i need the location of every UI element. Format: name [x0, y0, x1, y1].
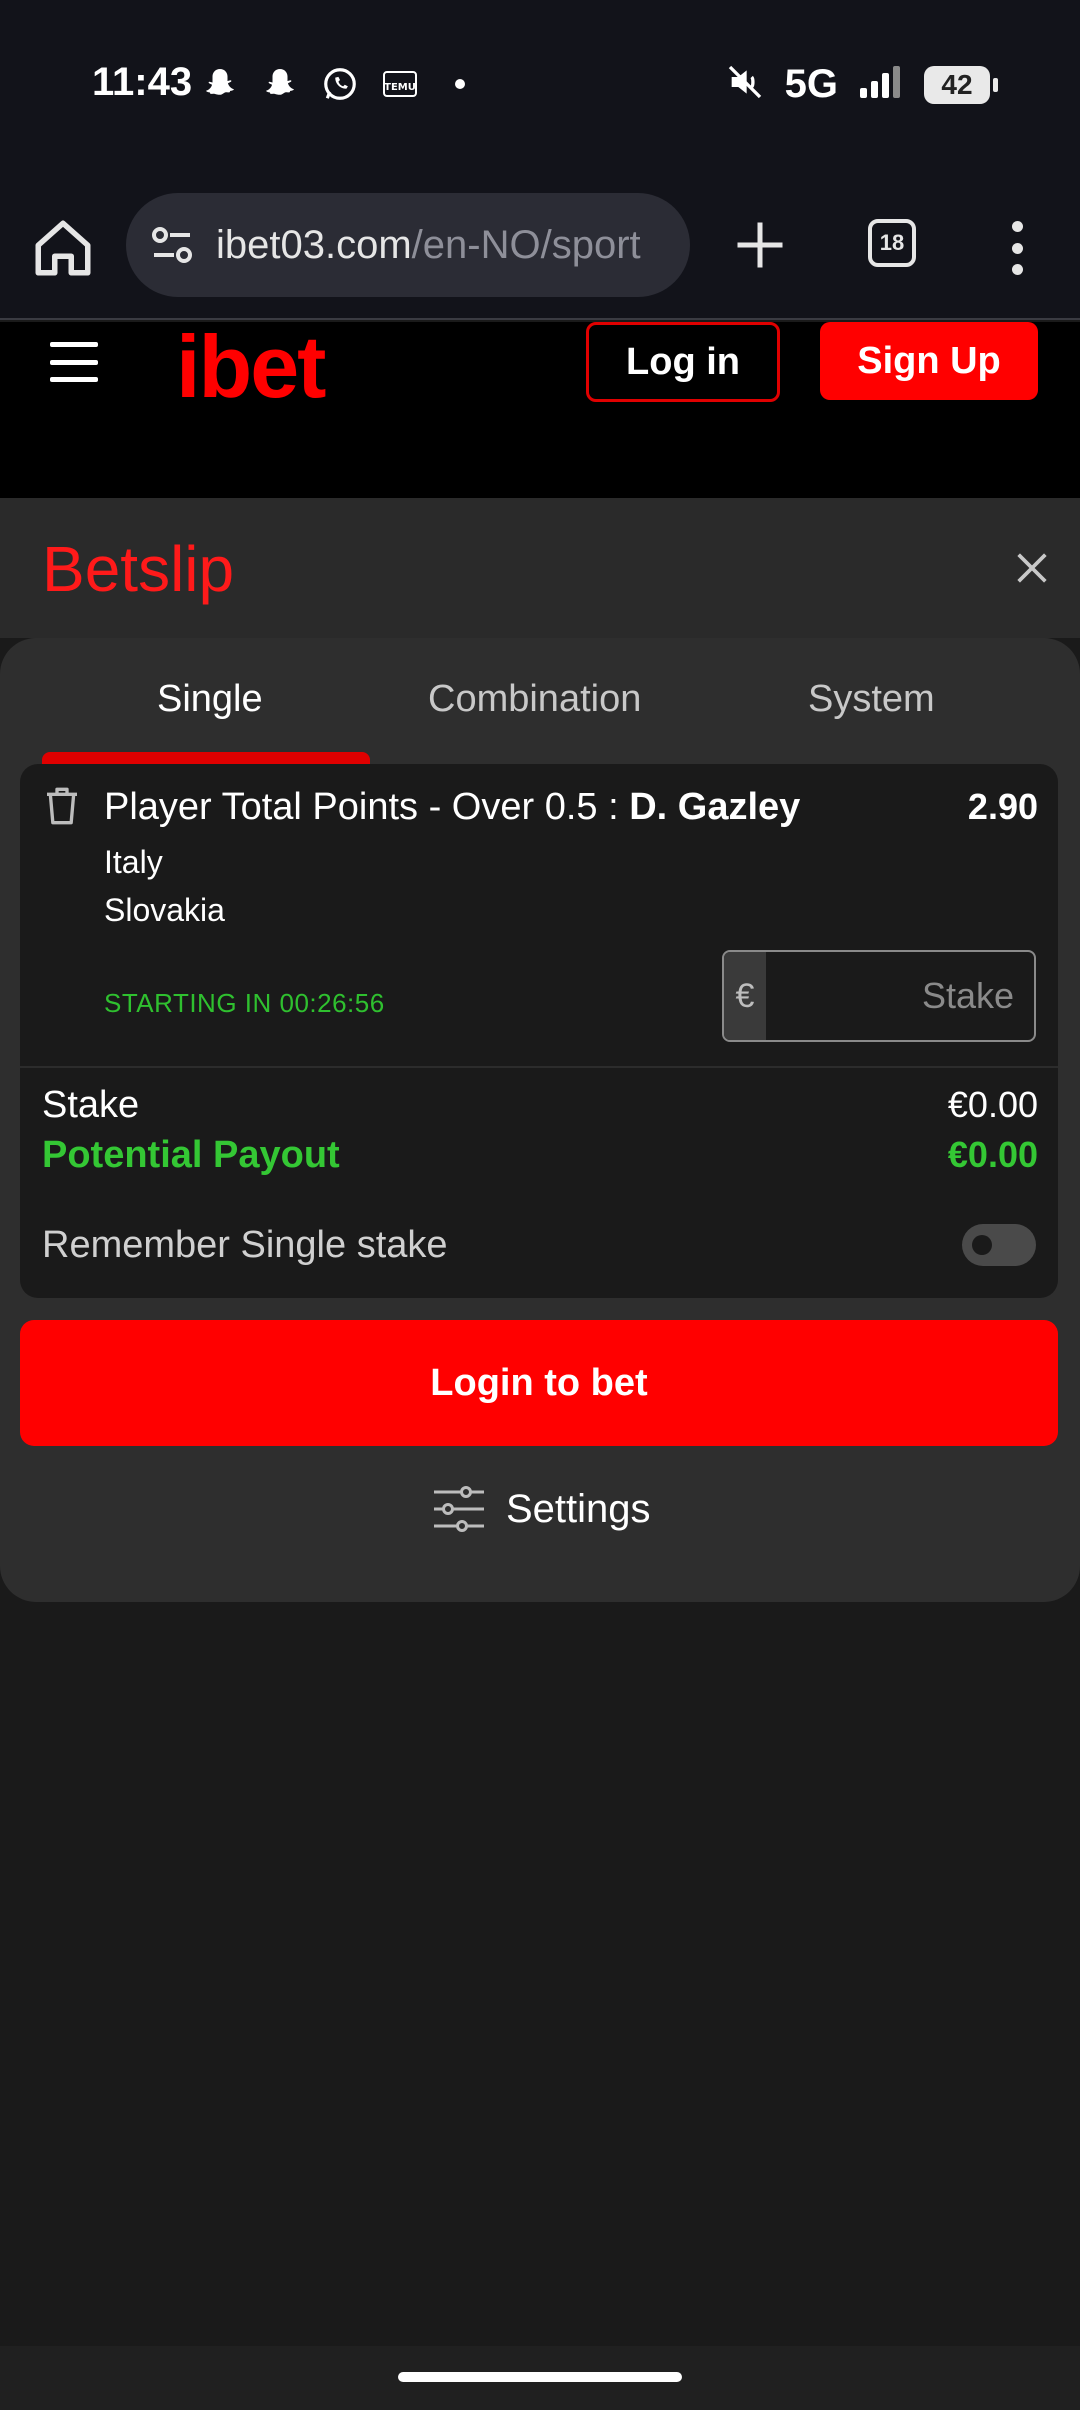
- network-type: 5G: [784, 62, 838, 106]
- url-text: ibet03.com/en-NO/sport: [216, 223, 641, 268]
- battery-icon: 42: [924, 65, 998, 104]
- potential-payout-label: Potential Payout: [42, 1134, 340, 1176]
- browser-toolbar: ibet03.com/en-NO/sport 18: [0, 175, 1080, 320]
- status-bar: 11:43 TEMU 5G 42: [0, 0, 1080, 175]
- betslip-header: Betslip: [0, 498, 1080, 638]
- temu-icon: TEMU: [380, 64, 420, 104]
- address-bar[interactable]: ibet03.com/en-NO/sport: [126, 193, 690, 297]
- more-options-icon[interactable]: [1000, 215, 1034, 281]
- whatsapp-icon: [320, 64, 360, 104]
- team-away: Slovakia: [104, 892, 225, 928]
- close-icon[interactable]: [1012, 548, 1052, 588]
- tab-combination[interactable]: Combination: [428, 678, 641, 721]
- market-label: Player Total Points - Over 0.5 :: [104, 786, 630, 828]
- signup-button[interactable]: Sign Up: [820, 322, 1038, 400]
- selection-text: Player Total Points - Over 0.5 : D. Gazl…: [104, 786, 800, 829]
- url-domain: ibet03.com: [216, 222, 412, 267]
- new-tab-icon[interactable]: [730, 215, 790, 275]
- player-name: D. Gazley: [629, 786, 801, 828]
- team-home: Italy: [104, 844, 163, 880]
- trash-icon[interactable]: [42, 784, 82, 828]
- stake-label: Stake: [42, 1084, 140, 1126]
- notification-icons: TEMU: [200, 64, 480, 104]
- starting-countdown: STARTING IN 00:26:56: [104, 988, 385, 1018]
- stake-input[interactable]: [766, 952, 1034, 1040]
- active-tab-indicator: [42, 752, 370, 764]
- ibet-logo[interactable]: ibet: [176, 316, 326, 418]
- stake-input-field[interactable]: €: [722, 950, 1036, 1042]
- betslip-title: Betslip: [42, 533, 235, 605]
- odds-value: 2.90: [967, 786, 1038, 827]
- url-path: /en-NO/sport: [411, 222, 641, 267]
- home-gesture-handle[interactable]: [398, 2372, 682, 2382]
- tab-single[interactable]: Single: [157, 678, 263, 721]
- betslip-panel: Single Combination System Player Total P…: [0, 638, 1080, 1602]
- mute-icon: [725, 62, 765, 107]
- sliders-icon: [434, 1486, 484, 1532]
- divider: [20, 1066, 1058, 1068]
- potential-payout-value: €0.00: [947, 1134, 1038, 1175]
- settings-link[interactable]: Settings: [432, 1486, 651, 1532]
- snapchat-icon: [200, 64, 240, 104]
- remember-stake-label: Remember Single stake: [42, 1224, 448, 1266]
- site-settings-icon[interactable]: [148, 221, 196, 269]
- currency-symbol: €: [724, 952, 766, 1040]
- tab-switcher-button[interactable]: 18: [868, 219, 916, 267]
- tab-system[interactable]: System: [808, 678, 935, 721]
- menu-icon[interactable]: [50, 342, 98, 382]
- svg-text:TEMU: TEMU: [384, 82, 416, 93]
- status-time: 11:43: [92, 60, 193, 104]
- bet-selection-card: Player Total Points - Over 0.5 : D. Gazl…: [20, 764, 1058, 1298]
- system-icons: 5G 42: [725, 62, 998, 107]
- snapchat-icon: [260, 64, 300, 104]
- login-button[interactable]: Log in: [586, 322, 780, 402]
- stake-total: €0.00: [947, 1084, 1038, 1125]
- dot-icon: [440, 64, 480, 104]
- home-icon[interactable]: [30, 215, 96, 281]
- login-to-bet-button[interactable]: Login to bet: [20, 1320, 1058, 1446]
- bet-type-tabs: Single Combination System: [0, 638, 1080, 764]
- remember-stake-toggle[interactable]: [962, 1224, 1036, 1266]
- site-header: ibet Log in Sign Up: [0, 317, 1080, 498]
- settings-label: Settings: [506, 1486, 651, 1531]
- signal-icon: [858, 64, 904, 105]
